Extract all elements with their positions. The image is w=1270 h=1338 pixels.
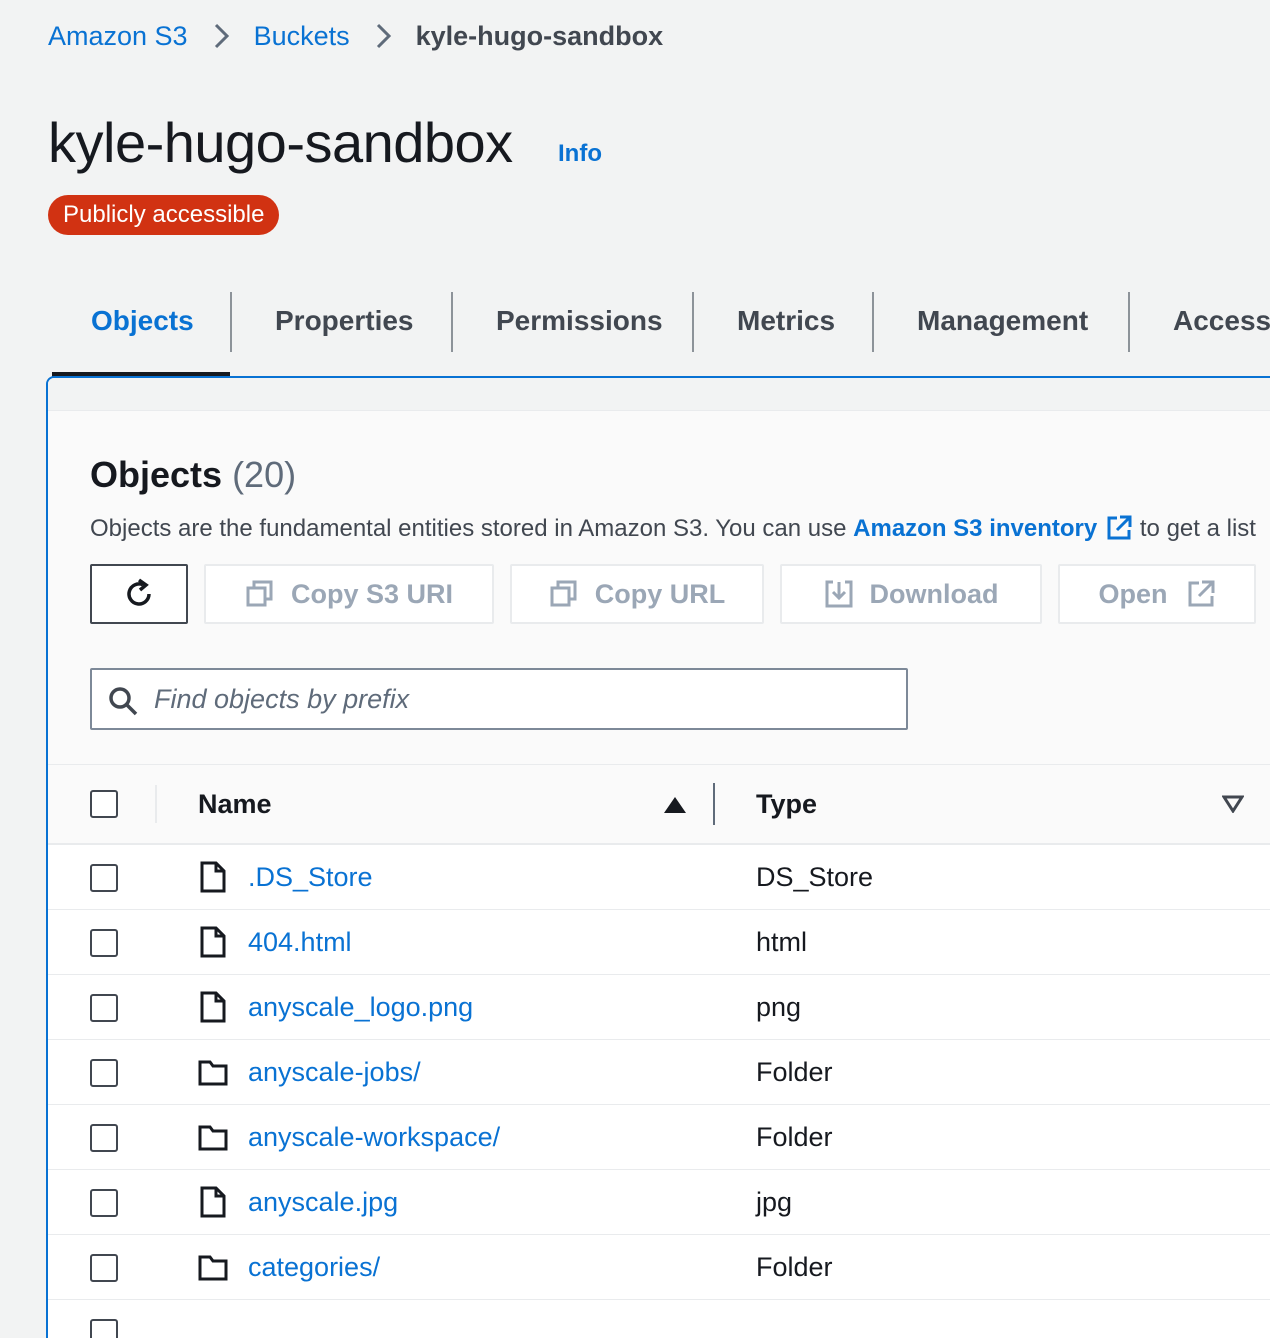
object-name-link[interactable]: anyscale-jobs/ xyxy=(248,1057,421,1088)
search-box xyxy=(90,668,908,730)
objects-description: Objects are the fundamental entities sto… xyxy=(90,514,1256,543)
copy-s3-uri-label: Copy S3 URI xyxy=(290,578,454,609)
refresh-icon xyxy=(127,578,151,606)
tab-divider xyxy=(230,292,232,352)
file-icon xyxy=(200,991,226,1023)
search-input[interactable] xyxy=(154,670,884,728)
folder-icon xyxy=(198,1255,228,1281)
sort-descending-icon[interactable] xyxy=(1222,795,1244,813)
objects-count: (20) xyxy=(232,454,297,495)
folder-icon xyxy=(198,1125,228,1151)
tab-divider xyxy=(692,292,694,352)
breadcrumb-amazon-s3-link[interactable]: Amazon S3 xyxy=(48,21,188,52)
object-name-link[interactable]: .DS_Store xyxy=(248,862,373,893)
tab-management[interactable]: Management xyxy=(917,290,1088,352)
table-row[interactable]: 404.html html xyxy=(48,910,1270,975)
row-checkbox[interactable] xyxy=(90,1189,118,1217)
row-checkbox[interactable] xyxy=(90,1254,118,1282)
folder-icon xyxy=(198,1060,228,1086)
object-name-link[interactable]: categories/ xyxy=(248,1252,380,1283)
object-name-link[interactable]: anyscale-workspace/ xyxy=(248,1122,500,1153)
objects-heading: Objects (20) xyxy=(90,454,296,496)
description-text: Objects are the fundamental entities sto… xyxy=(90,515,847,542)
description-suffix: to get a list xyxy=(1139,515,1256,542)
tab-properties[interactable]: Properties xyxy=(275,290,414,352)
info-link[interactable]: Info xyxy=(558,140,602,168)
sort-ascending-icon[interactable] xyxy=(664,797,686,813)
copy-s3-uri-button[interactable]: Copy S3 URI xyxy=(204,564,494,624)
chevron-right-icon xyxy=(376,23,391,49)
object-type: DS_Store xyxy=(756,862,874,892)
file-icon xyxy=(200,1186,226,1218)
copy-icon xyxy=(550,580,577,607)
object-type: jpg xyxy=(756,1187,793,1217)
table-header: Name Type xyxy=(48,765,1270,845)
row-checkbox[interactable] xyxy=(90,1059,118,1087)
search-icon xyxy=(109,687,138,716)
object-type: png xyxy=(756,992,802,1022)
object-type: Folder xyxy=(756,1252,833,1282)
breadcrumb-buckets-link[interactable]: Buckets xyxy=(254,21,350,52)
breadcrumb-current: kyle-hugo-sandbox xyxy=(415,20,664,51)
refresh-button[interactable] xyxy=(90,564,188,624)
row-checkbox[interactable] xyxy=(90,864,118,892)
row-checkbox[interactable] xyxy=(90,994,118,1022)
column-header-type[interactable]: Type xyxy=(756,789,817,820)
column-divider xyxy=(155,785,157,823)
status-badge: Publicly accessible xyxy=(48,195,280,235)
download-icon xyxy=(825,580,852,608)
object-type: Folder xyxy=(756,1057,833,1087)
tab-metrics[interactable]: Metrics xyxy=(737,290,835,352)
row-checkbox[interactable] xyxy=(90,1319,118,1338)
table-row[interactable]: anyscale-jobs/ Folder xyxy=(48,1040,1270,1105)
copy-icon xyxy=(246,580,273,607)
object-name-link[interactable]: 404.html xyxy=(248,927,352,958)
object-type: Folder xyxy=(756,1122,833,1152)
tab-objects[interactable]: Objects xyxy=(91,290,194,352)
external-link-icon xyxy=(1188,580,1214,607)
column-header-name[interactable]: Name xyxy=(198,789,272,820)
chevron-right-icon xyxy=(214,23,229,49)
file-icon xyxy=(200,861,226,893)
select-all-checkbox[interactable] xyxy=(90,790,118,818)
download-label: Download xyxy=(869,578,999,609)
row-checkbox[interactable] xyxy=(90,929,118,957)
panel-top-strip xyxy=(48,378,1270,411)
table-row-partial[interactable] xyxy=(48,1300,1270,1338)
tab-divider xyxy=(451,292,453,352)
external-link-icon xyxy=(1107,515,1132,540)
tab-bar: Objects Properties Permissions Metrics M… xyxy=(48,290,1270,380)
tab-permissions[interactable]: Permissions xyxy=(496,290,663,352)
table-row[interactable]: anyscale-workspace/ Folder xyxy=(48,1105,1270,1170)
page-title: kyle-hugo-sandbox xyxy=(48,111,513,174)
s3-inventory-link[interactable]: Amazon S3 inventory xyxy=(853,515,1097,542)
object-name-link[interactable]: anyscale.jpg xyxy=(248,1187,398,1218)
open-button[interactable]: Open xyxy=(1058,564,1256,624)
object-type: html xyxy=(756,927,808,957)
file-icon xyxy=(200,926,226,958)
objects-title: Objects xyxy=(90,454,223,495)
copy-url-button[interactable]: Copy URL xyxy=(510,564,764,624)
tab-divider xyxy=(872,292,874,352)
objects-panel: Objects (20) Objects are the fundamental… xyxy=(46,376,1270,1338)
object-name-link[interactable]: anyscale_logo.png xyxy=(248,992,473,1023)
objects-table: Name Type .DS_Store DS_Store 404.html ht… xyxy=(48,764,1270,1338)
copy-url-label: Copy URL xyxy=(594,578,726,609)
table-row[interactable]: categories/ Folder xyxy=(48,1235,1270,1300)
tab-access-points[interactable]: Access P xyxy=(1173,290,1270,352)
table-row[interactable]: anyscale.jpg jpg xyxy=(48,1170,1270,1235)
download-button[interactable]: Download xyxy=(780,564,1042,624)
column-resizer[interactable] xyxy=(713,783,715,825)
open-label: Open xyxy=(1098,578,1168,609)
row-checkbox[interactable] xyxy=(90,1124,118,1152)
breadcrumb: Amazon S3 Buckets kyle-hugo-sandbox xyxy=(48,16,663,56)
table-row[interactable]: .DS_Store DS_Store xyxy=(48,845,1270,910)
table-row[interactable]: anyscale_logo.png png xyxy=(48,975,1270,1040)
tab-divider xyxy=(1128,292,1130,352)
